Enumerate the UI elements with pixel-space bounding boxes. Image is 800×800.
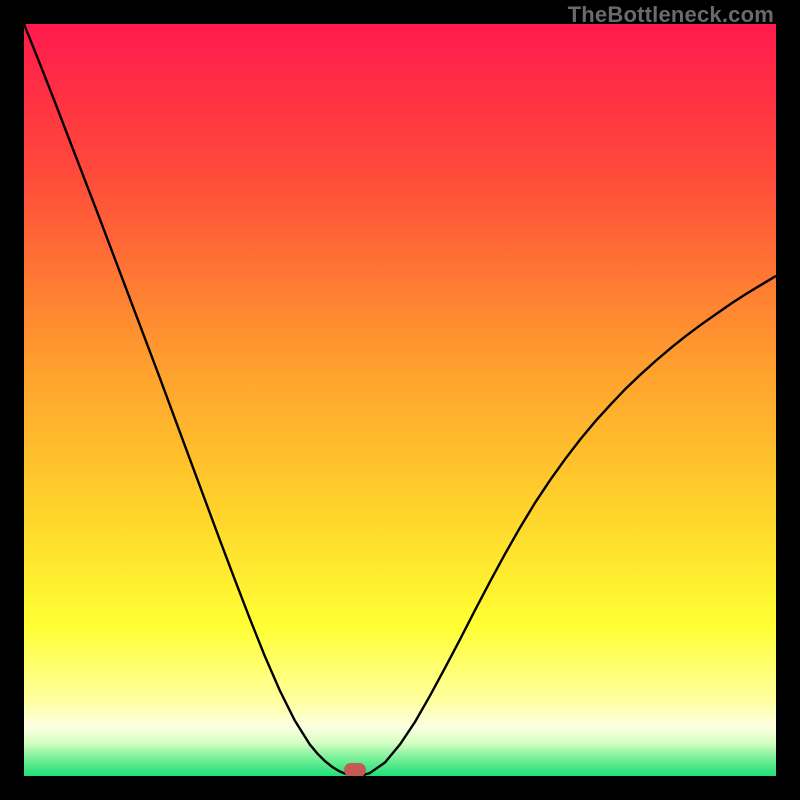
bottleneck-curve [24, 24, 776, 776]
optimal-marker [344, 763, 366, 776]
plot-area [24, 24, 776, 776]
chart-frame: TheBottleneck.com [0, 0, 800, 800]
watermark-text: TheBottleneck.com [568, 2, 774, 28]
